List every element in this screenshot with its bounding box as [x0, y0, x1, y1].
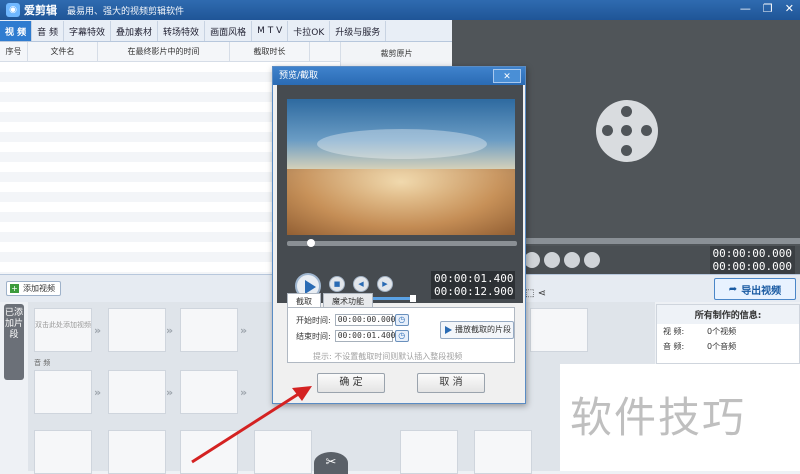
red-arrow-annotation [191, 386, 312, 464]
